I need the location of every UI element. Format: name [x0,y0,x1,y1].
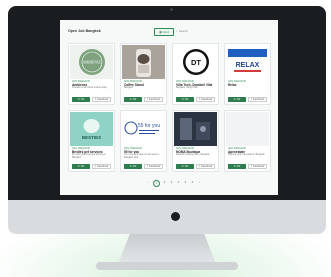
phone-icon: ✆ [181,98,184,101]
pagination-page-5[interactable]: 5 [183,180,188,185]
listing-desc: Property and real estate in Bangkok [228,154,265,156]
facebook-button[interactable]: ƒ Facebook [144,97,163,102]
pagination-page-6[interactable]: 6 [190,180,195,185]
facebook-button[interactable]: ƒ Facebook [196,164,215,169]
phone-icon: ✆ [77,165,80,168]
pagination-next[interactable]: › [197,180,202,185]
listing-name: Relax [228,83,237,87]
phone-icon: ✆ [233,98,236,101]
facebook-icon: ƒ [198,165,201,168]
monitor-base [96,262,238,270]
grid-icon: ▦ [159,30,163,34]
listing-desc: Bangkok, Nong Chok [176,87,198,89]
listing-logo: BESTIES [70,112,113,146]
page-title: Open Job Bangkok [68,29,101,33]
call-button[interactable]: ✆ Tel [228,97,246,102]
listing-logo: AMBIENCE [70,45,113,79]
call-button[interactable]: ✆ Tel [72,97,90,102]
listing-card[interactable]: AMBIENCE ADS, BANGKOK Ambience Contact u… [68,43,115,105]
listing-desc: Contact us and book a table today [72,87,107,89]
facebook-button[interactable]: ƒ Facebook [248,97,267,102]
svg-text:AMBIENCE: AMBIENCE [82,61,102,65]
pagination-page-4[interactable]: 4 [176,180,181,185]
listing-card[interactable]: ADS, BANGKOK Apexestate Property and rea… [224,110,271,172]
call-button[interactable]: ✆ Tel [124,97,142,102]
phone-icon: ✆ [129,98,132,101]
power-button [171,212,180,221]
phone-icon: ✆ [77,98,80,101]
phone-icon: ✆ [129,165,132,168]
svg-text:BESTIES: BESTIES [82,135,101,140]
facebook-icon: ƒ [250,165,253,168]
listing-card[interactable]: BESTIES ADS, BANGKOK Besties pet service… [68,110,115,172]
listing-card[interactable]: RELAX ADS, BANGKOK Relax ✆ Tel ƒ Facebook [224,43,271,105]
pagination: ‹ 1 2 3 4 5 6 › [146,180,202,187]
website-screen: Open Job Bangkok ▦ Grid ⌕ Search AMBIENCE … [60,20,278,195]
call-button[interactable]: ✆ Tel [176,97,194,102]
call-button[interactable]: ✆ Tel [72,164,90,169]
facebook-button[interactable]: ƒ Facebook [196,97,215,102]
search-icon: ⌕ [176,29,178,33]
listing-card[interactable]: DT ADS, BANGKOK Villa Tech, Dumbell Vill… [172,43,219,105]
monitor-stand [118,234,216,264]
facebook-icon: ƒ [146,165,149,168]
listing-desc: Bangkok [124,87,133,89]
listing-logo: DT [174,45,217,79]
facebook-button[interactable]: ƒ Facebook [144,164,163,169]
call-button[interactable]: ✆ Tel [124,164,142,169]
facebook-icon: ƒ [250,98,253,101]
listing-card[interactable]: ADS, BANGKOK NOMA Boutique Fashion bouti… [172,110,219,172]
svg-text:DT: DT [191,58,201,67]
call-button[interactable]: ✆ Tel [176,164,194,169]
facebook-icon: ƒ [94,165,97,168]
listing-card[interactable]: ADS, BANGKOK Coffee Stand Bangkok ✆ Tel ƒ… [120,43,167,105]
svg-text:55 for you: 55 for you [138,123,160,129]
phone-icon: ✆ [181,165,184,168]
pagination-page-2[interactable]: 2 [162,180,167,185]
grid-view-toggle[interactable]: ▦ Grid [154,28,174,36]
listing-logo-placeholder [226,112,269,146]
listing-desc: Fashion boutique store, Bangkok [176,154,210,156]
listing-photo [174,112,217,146]
facebook-button[interactable]: ƒ Facebook [92,97,111,102]
webcam-dot [170,8,173,11]
pagination-page-1[interactable]: 1 [153,180,160,187]
monitor-chin [8,200,326,234]
facebook-icon: ƒ [198,98,201,101]
listing-desc: Pet care grooming and training in Bangko… [72,154,106,159]
listing-desc: Your one stop shop for all needs in Bang… [124,154,160,159]
listing-card[interactable]: 55 for you ADS, BANGKOK 55 for you Your … [120,110,167,172]
phone-icon: ✆ [233,165,236,168]
listing-logo: RELAX [226,45,269,79]
pagination-page-3[interactable]: 3 [169,180,174,185]
listing-photo [122,45,165,79]
facebook-icon: ƒ [146,98,149,101]
call-button[interactable]: ✆ Tel [228,164,246,169]
facebook-button[interactable]: ƒ Facebook [92,164,111,169]
search-field[interactable]: ⌕ Search [176,28,220,34]
facebook-icon: ƒ [94,98,97,101]
pagination-prev[interactable]: ‹ [146,180,151,185]
facebook-button[interactable]: ƒ Facebook [248,164,267,169]
listing-logo: 55 for you [122,112,165,146]
svg-text:RELAX: RELAX [236,62,260,69]
